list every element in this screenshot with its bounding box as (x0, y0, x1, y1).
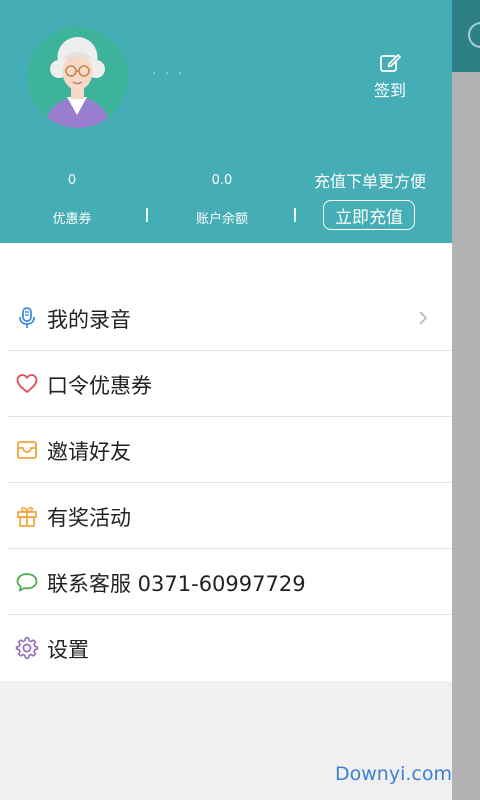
coupon-label: 优惠券 (52, 212, 92, 227)
watermark: Downyi.com (335, 763, 452, 785)
stat-divider (294, 208, 296, 222)
heart-icon (16, 374, 38, 393)
chevron-right-icon (419, 311, 428, 325)
coupon-value: 0 (67, 173, 77, 188)
username: · · · (152, 66, 185, 82)
stat-divider (146, 208, 148, 222)
edit-icon (380, 54, 401, 72)
menu-item-invite-friends[interactable]: 邀请好友 (0, 417, 452, 483)
invite-icon (17, 441, 37, 459)
menu-top-spacer (0, 243, 452, 285)
menu-item-settings[interactable]: 设置 (0, 615, 452, 681)
coupon-count[interactable]: 0 (40, 173, 104, 188)
menu-item-label: 邀请好友 (47, 440, 131, 464)
recharge-button[interactable]: 立即充值 (323, 200, 415, 230)
gift-icon (17, 506, 37, 527)
microphone-icon (19, 307, 35, 328)
menu-item-label: 口令优惠券 (47, 374, 152, 398)
menu-item-contact-support[interactable]: 联系客服 0371-60997729 (0, 549, 452, 615)
menu-item-label: 联系客服 0371-60997729 (47, 572, 306, 596)
avatar[interactable] (27, 27, 128, 128)
gear-icon (15, 637, 39, 659)
profile-header: · · · 签到 0 0.0 优惠券 账户余额 充值下单更方便 立即充值 (0, 0, 452, 243)
recharge-promo-text: 充值下单更方便 (313, 172, 426, 191)
menu-item-prize-activities[interactable]: 有奖活动 (0, 483, 452, 549)
chat-bubble-icon (16, 573, 38, 592)
menu-item-label: 有奖活动 (47, 506, 131, 530)
menu-item-my-recordings[interactable]: 我的录音 (0, 285, 452, 351)
menu-item-label: 我的录音 (47, 308, 131, 332)
menu-item-label: 设置 (47, 638, 89, 662)
balance-amount[interactable]: 0.0 (190, 173, 254, 188)
balance-label: 账户余额 (195, 212, 248, 227)
menu-item-password-coupon[interactable]: 口令优惠券 (0, 351, 452, 417)
balance-label-wrap[interactable]: 账户余额 (182, 208, 262, 227)
checkin-button[interactable]: 签到 (362, 52, 418, 101)
balance-value: 0.0 (211, 173, 233, 188)
menu-list: 我的录音 口令优惠券 邀请好友 有奖活动 联系客服 0371-60997729 … (0, 285, 452, 681)
background-app-strip (452, 0, 480, 800)
coupon-label-wrap[interactable]: 优惠券 (36, 208, 108, 227)
side-drawer: · · · 签到 0 0.0 优惠券 账户余额 充值下单更方便 立即充值 我的录… (0, 0, 452, 800)
checkin-label: 签到 (373, 81, 406, 100)
